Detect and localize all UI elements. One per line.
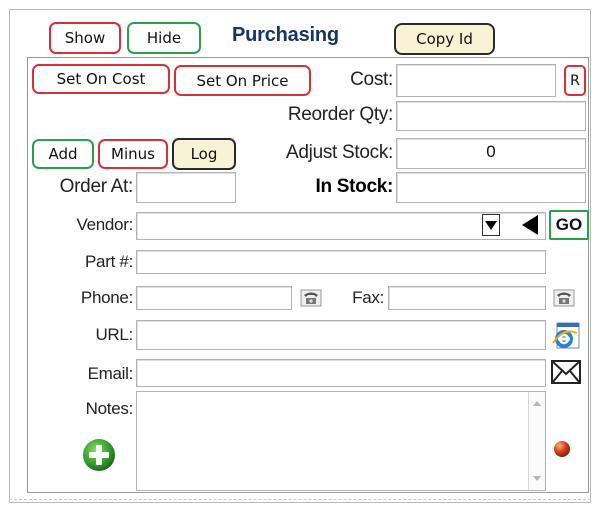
copy-id-button[interactable]: Copy Id [394,23,495,55]
mail-icon[interactable] [550,358,582,386]
url-label: URL: [95,325,133,344]
back-triangle-icon[interactable] [520,213,540,237]
part-number-field[interactable] [136,250,546,274]
phone-field[interactable] [136,286,292,310]
order-at-label: Order At: [59,176,134,197]
show-button[interactable]: Show [49,22,121,54]
add-circle-icon[interactable] [82,438,116,472]
adjust-stock-field[interactable]: 0 [396,138,586,169]
set-on-price-button[interactable]: Set On Price [174,65,311,96]
notes-label: Notes: [85,399,134,418]
cost-field[interactable] [396,64,556,97]
notes-text [137,392,545,400]
recalc-r-button[interactable]: R [564,65,586,96]
page-title: Purchasing [232,24,339,46]
hide-button[interactable]: Hide [127,22,201,54]
log-button[interactable]: Log [172,138,236,170]
fax-phone-icon[interactable] [553,289,575,307]
vendor-label: Vendor: [76,215,133,234]
in-stock-label: In Stock: [315,176,393,197]
go-button[interactable]: GO [549,210,589,240]
adjust-stock-label: Adjust Stock: [286,142,393,163]
scroll-down-icon[interactable] [533,476,541,481]
in-stock-field[interactable] [396,172,586,203]
scroll-up-icon[interactable] [533,401,541,406]
dropdown-arrow-icon[interactable] [482,214,500,236]
record-dot-icon[interactable] [553,440,571,458]
set-on-cost-button[interactable]: Set On Cost [32,64,170,94]
url-field[interactable] [136,320,546,350]
fax-label: Fax: [352,288,384,307]
cost-label: Cost: [350,69,393,90]
browser-icon[interactable] [550,321,582,351]
phone-label: Phone: [80,288,133,307]
phone-icon[interactable] [300,289,322,307]
bottom-divider [9,499,591,503]
fax-field[interactable] [388,286,546,310]
add-button[interactable]: Add [32,139,94,169]
reorder-qty-label: Reorder Qty: [287,104,393,125]
reorder-qty-field[interactable] [396,101,586,131]
part-number-label: Part #: [85,252,133,271]
minus-button[interactable]: Minus [98,139,168,169]
notes-scrollbar[interactable] [528,392,545,490]
email-label: Email: [87,364,134,383]
notes-textarea[interactable] [136,391,546,491]
email-field[interactable] [136,359,546,387]
order-at-field[interactable] [136,172,236,203]
